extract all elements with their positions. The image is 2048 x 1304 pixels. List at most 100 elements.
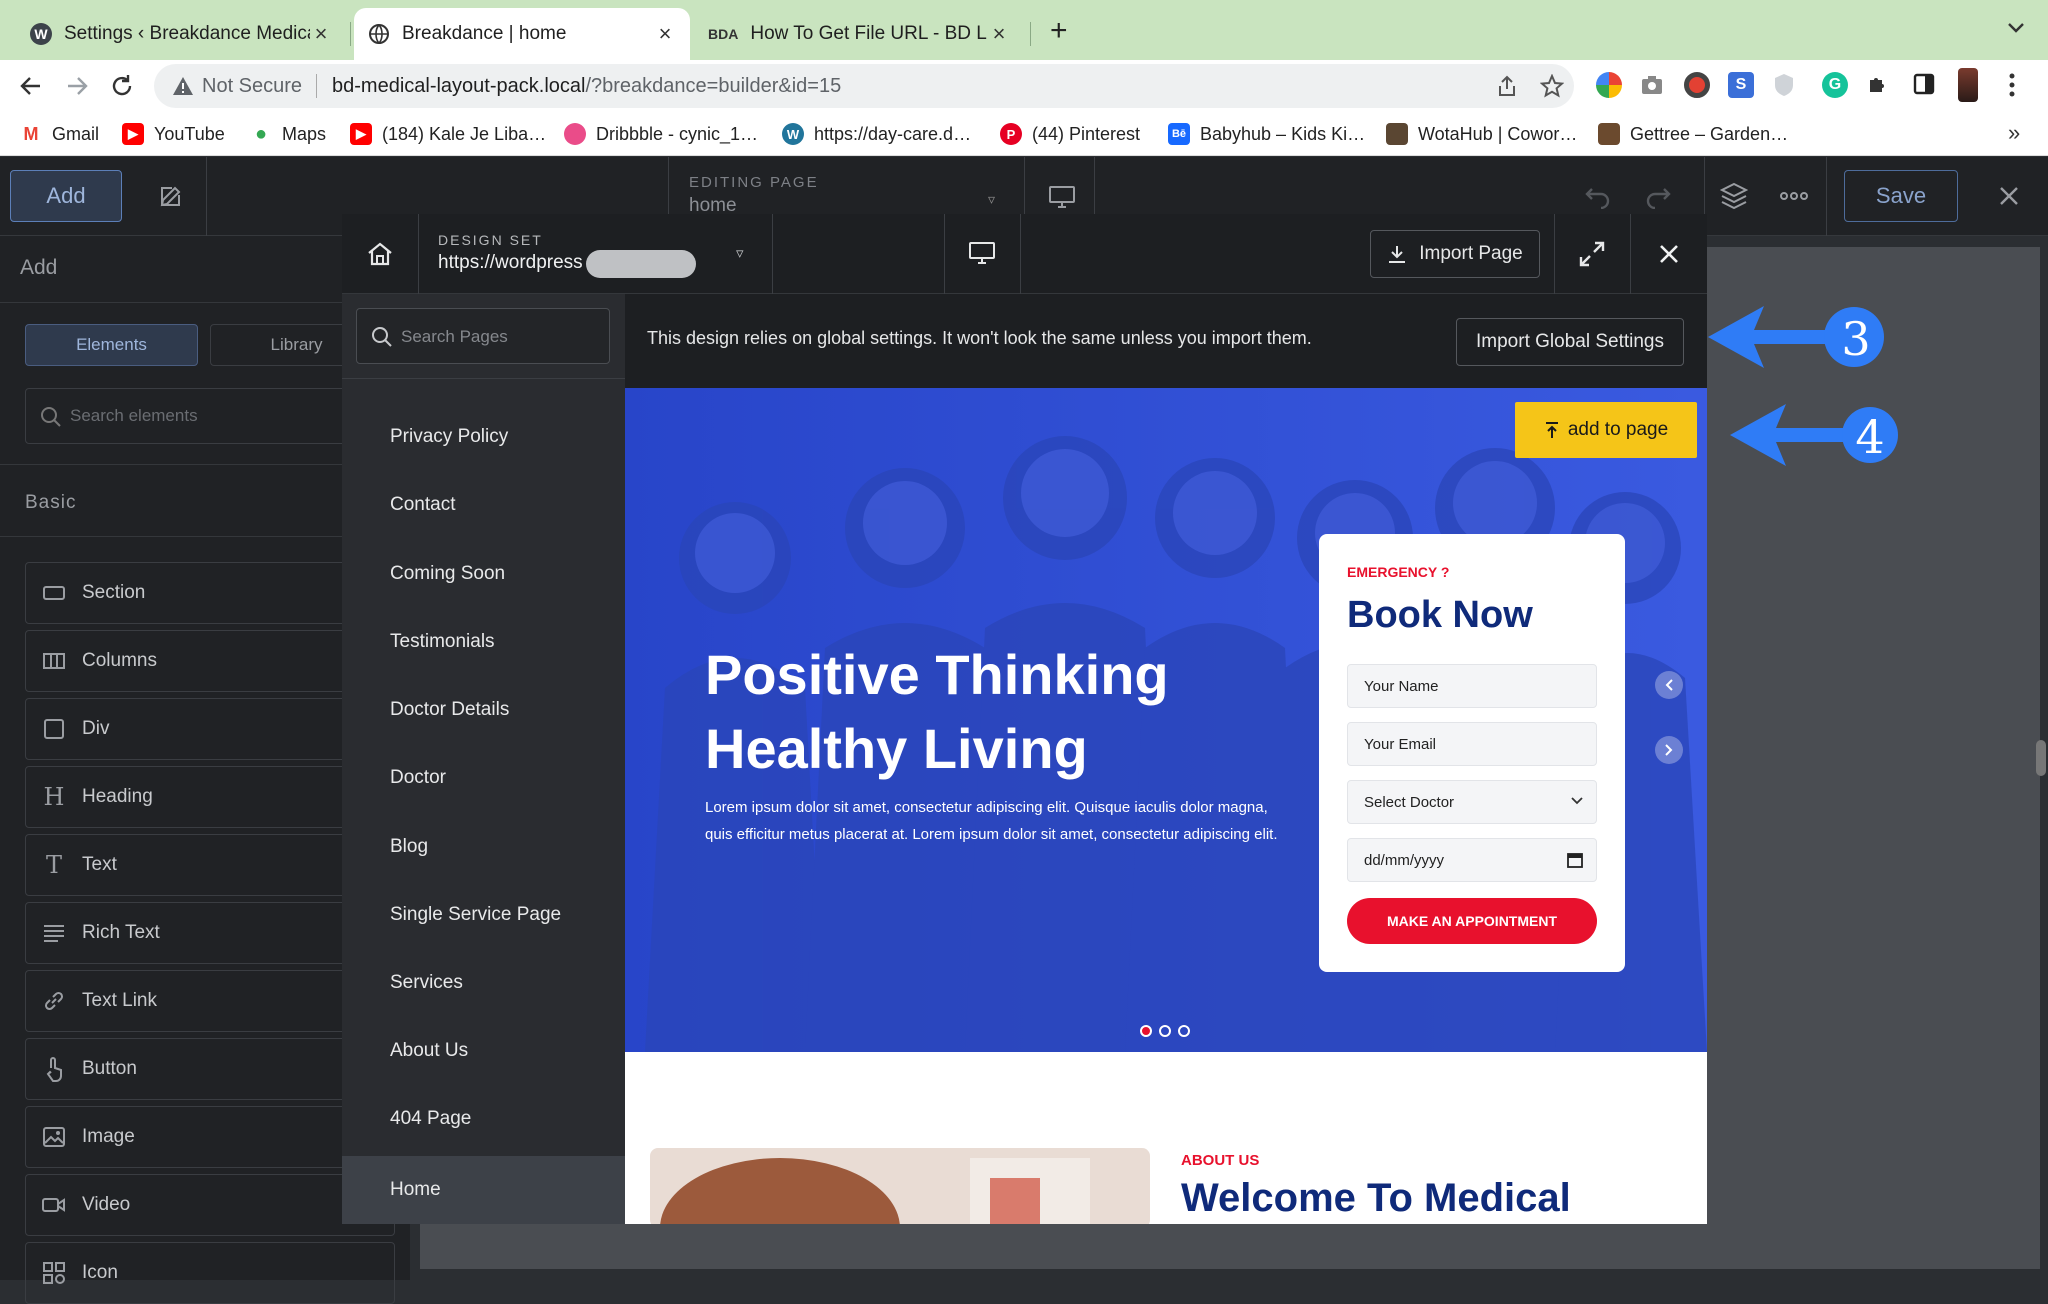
profile-avatar[interactable] bbox=[1958, 68, 1978, 102]
redo-icon[interactable] bbox=[1644, 183, 1672, 209]
element-section[interactable]: Section bbox=[25, 562, 395, 624]
search-placeholder: Search Pages bbox=[401, 327, 508, 346]
canvas-resize-handle[interactable] bbox=[2036, 740, 2046, 776]
bookmark-maps[interactable]: ● Maps bbox=[250, 120, 326, 148]
design-set-value[interactable]: https://wordpress bbox=[438, 252, 583, 274]
kebab-menu-icon[interactable] bbox=[2008, 72, 2016, 98]
select-doctor-dropdown[interactable]: Select Doctor bbox=[1347, 780, 1597, 824]
close-icon[interactable] bbox=[1998, 185, 2020, 207]
element-button[interactable]: Button bbox=[25, 1038, 395, 1100]
undo-icon[interactable] bbox=[1584, 183, 1612, 209]
tab-title: Settings ‹ Breakdance Medical L… bbox=[64, 23, 310, 44]
tab-search-chevron-icon[interactable] bbox=[2006, 20, 2026, 34]
add-button[interactable]: Add bbox=[10, 170, 122, 222]
slider-next-arrow-icon[interactable] bbox=[1655, 736, 1683, 764]
chevron-down-icon[interactable]: ▿ bbox=[736, 244, 744, 262]
slider-dot[interactable] bbox=[1178, 1025, 1190, 1037]
forward-arrow-icon[interactable] bbox=[64, 73, 90, 99]
bookmark-gettree[interactable]: Gettree – Garden… bbox=[1598, 120, 1788, 148]
element-columns[interactable]: Columns bbox=[25, 630, 395, 692]
video-icon bbox=[26, 1195, 82, 1215]
close-icon[interactable]: × bbox=[988, 21, 1010, 47]
layers-icon[interactable] bbox=[1720, 181, 1748, 211]
page-item-home[interactable]: Home bbox=[342, 1156, 625, 1224]
bookmark-dribbble[interactable]: ● Dribbble - cynic_1… bbox=[564, 120, 758, 148]
element-label: Rich Text bbox=[82, 922, 160, 943]
bookmark-babyhub[interactable]: Bē Babyhub – Kids Ki… bbox=[1168, 120, 1365, 148]
bookmark-pinterest[interactable]: P (44) Pinterest bbox=[1000, 120, 1140, 148]
element-icon[interactable]: Icon bbox=[25, 1242, 395, 1304]
puzzle-extensions-icon[interactable] bbox=[1866, 72, 1890, 96]
tab-settings[interactable]: W Settings ‹ Breakdance Medical L… × bbox=[16, 8, 346, 60]
page-item-services[interactable]: Services bbox=[342, 949, 625, 1017]
page-item-about-us[interactable]: About Us bbox=[342, 1017, 625, 1085]
s-extension-icon[interactable]: S bbox=[1728, 72, 1754, 98]
tab-bd-library[interactable]: BDA How To Get File URL - BD Librar… × bbox=[694, 8, 1024, 60]
share-icon[interactable] bbox=[1496, 75, 1518, 97]
element-video[interactable]: Video bbox=[25, 1174, 395, 1236]
element-rich-text[interactable]: Rich Text bbox=[25, 902, 395, 964]
page-item-coming-soon[interactable]: Coming Soon bbox=[342, 540, 625, 608]
page-item-contact[interactable]: Contact bbox=[342, 471, 625, 539]
page-item-doctor-details[interactable]: Doctor Details bbox=[342, 676, 625, 744]
bookmark-wotahub[interactable]: WotaHub | Cowor… bbox=[1386, 120, 1577, 148]
expand-fullscreen-icon[interactable] bbox=[1578, 240, 1606, 268]
shield-extension-icon[interactable] bbox=[1772, 72, 1796, 98]
element-label: Icon bbox=[82, 1262, 118, 1283]
desktop-icon[interactable] bbox=[968, 241, 996, 265]
add-to-page-button[interactable]: add to page bbox=[1515, 402, 1697, 458]
element-heading[interactable]: H Heading bbox=[25, 766, 395, 828]
slider-dot-active[interactable] bbox=[1140, 1025, 1152, 1037]
page-item-doctor[interactable]: Doctor bbox=[342, 744, 625, 812]
search-pages-input[interactable]: Search Pages bbox=[356, 308, 610, 364]
import-global-settings-button[interactable]: Import Global Settings bbox=[1456, 318, 1684, 366]
more-options-icon[interactable] bbox=[1780, 191, 1808, 201]
bookmark-youtube-video[interactable]: ▶ (184) Kale Je Liba… bbox=[350, 120, 546, 148]
new-tab-button[interactable]: + bbox=[1050, 14, 1068, 48]
grammarly-icon[interactable]: G bbox=[1822, 72, 1848, 98]
close-icon[interactable] bbox=[1658, 243, 1680, 265]
desktop-icon[interactable] bbox=[1048, 185, 1076, 209]
bookmark-youtube[interactable]: ▶ YouTube bbox=[122, 120, 225, 148]
bookmark-gmail[interactable]: M Gmail bbox=[20, 120, 99, 148]
page-item-blog[interactable]: Blog bbox=[342, 813, 625, 881]
close-icon[interactable]: × bbox=[310, 21, 332, 47]
make-appointment-button[interactable]: MAKE AN APPOINTMENT bbox=[1347, 898, 1597, 944]
close-icon[interactable]: × bbox=[654, 21, 676, 47]
bookmark-day-care[interactable]: Whttps://day-care.d… bbox=[782, 120, 971, 148]
element-label: Button bbox=[82, 1058, 137, 1079]
back-arrow-icon[interactable] bbox=[18, 73, 44, 99]
page-item-privacy-policy[interactable]: Privacy Policy bbox=[342, 403, 625, 471]
warning-icon[interactable] bbox=[172, 75, 194, 97]
edit-pencil-icon[interactable] bbox=[158, 183, 184, 209]
bookmark-star-icon[interactable] bbox=[1540, 74, 1564, 98]
camera-icon[interactable] bbox=[1640, 74, 1664, 96]
side-panel-icon[interactable] bbox=[1912, 72, 1936, 96]
divider bbox=[1630, 214, 1631, 294]
your-email-input[interactable]: Your Email bbox=[1347, 722, 1597, 766]
tab-breakdance-home[interactable]: Breakdance | home × bbox=[354, 8, 690, 60]
slider-dot[interactable] bbox=[1159, 1025, 1171, 1037]
element-text-link[interactable]: Text Link bbox=[25, 970, 395, 1032]
date-input[interactable]: dd/mm/yyyy bbox=[1347, 838, 1597, 882]
page-item-404-page[interactable]: 404 Page bbox=[342, 1085, 625, 1153]
emergency-label: EMERGENCY ? bbox=[1347, 564, 1450, 580]
reload-icon[interactable] bbox=[109, 73, 135, 99]
slider-prev-arrow-icon[interactable] bbox=[1655, 671, 1683, 699]
element-div[interactable]: Div bbox=[25, 698, 395, 760]
page-item-single-service-page[interactable]: Single Service Page bbox=[342, 881, 625, 949]
save-button[interactable]: Save bbox=[1844, 170, 1958, 222]
tab-elements[interactable]: Elements bbox=[25, 324, 198, 366]
your-name-input[interactable]: Your Name bbox=[1347, 664, 1597, 708]
chevron-down-icon[interactable]: ▿ bbox=[988, 191, 995, 208]
screen-recorder-icon[interactable] bbox=[1684, 72, 1710, 98]
page-item-testimonials[interactable]: Testimonials bbox=[342, 608, 625, 676]
element-text[interactable]: T Text bbox=[25, 834, 395, 896]
address-bar[interactable]: Not Secure bd-medical-layout-pack.local/… bbox=[154, 64, 1574, 108]
home-icon[interactable] bbox=[366, 240, 394, 268]
import-page-button[interactable]: Import Page bbox=[1370, 230, 1540, 278]
element-image[interactable]: Image bbox=[25, 1106, 395, 1168]
search-elements-input[interactable]: Search elements bbox=[25, 388, 395, 444]
more-bookmarks-button[interactable]: » bbox=[2008, 120, 2020, 146]
color-picker-extension-icon[interactable] bbox=[1596, 72, 1622, 98]
